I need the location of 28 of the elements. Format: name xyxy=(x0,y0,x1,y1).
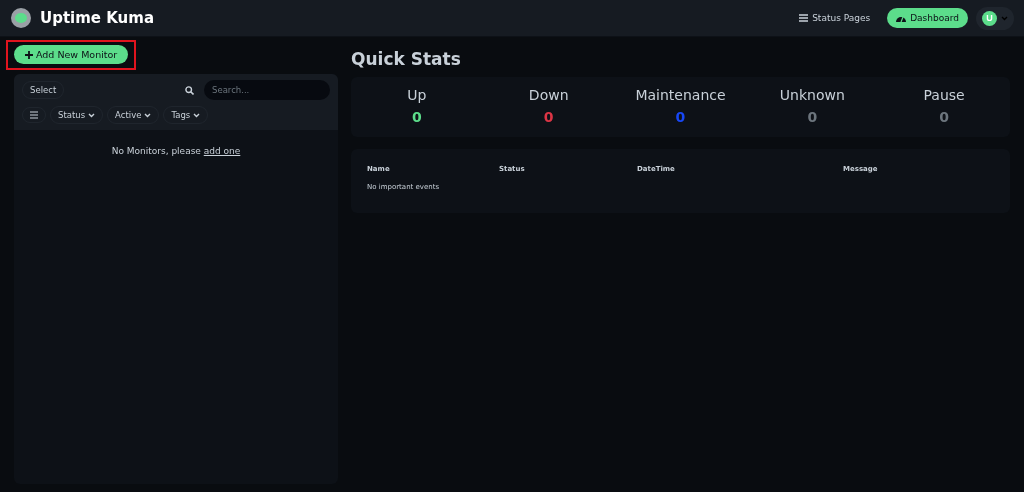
stat-label: Maintenance xyxy=(635,87,726,103)
menu-icon xyxy=(30,111,38,119)
caret-icon xyxy=(193,112,201,118)
caret-icon xyxy=(88,112,96,118)
caret-icon xyxy=(144,112,152,118)
stat-label: Unknown xyxy=(779,87,845,103)
stat-value: 0 xyxy=(412,109,422,125)
add-one-link[interactable]: add one xyxy=(203,146,241,156)
dashboard-button[interactable]: Dashboard xyxy=(887,8,968,28)
app-title: Uptime Kuma xyxy=(40,9,155,27)
stat-label: Pause xyxy=(923,87,965,103)
stat-value: 0 xyxy=(807,109,818,125)
avatar: U xyxy=(982,10,997,26)
menu-icon xyxy=(799,14,809,22)
nav-link[interactable]: Status Pages xyxy=(790,8,880,28)
logo-icon xyxy=(10,7,32,29)
section-title: Quick Stats xyxy=(351,49,462,69)
stat-label: Up xyxy=(407,87,427,103)
empty-message: No Monitors, please add one xyxy=(110,146,242,156)
caret-icon xyxy=(1001,15,1008,21)
stat-value: 0 xyxy=(939,109,949,125)
plus-icon xyxy=(25,50,33,59)
stat-value: 0 xyxy=(675,109,686,125)
stat-value: 0 xyxy=(543,109,554,125)
add-monitor-button[interactable]: Add New Monitor xyxy=(14,45,129,64)
search-icon xyxy=(185,85,194,95)
stat-label: Down xyxy=(528,87,569,103)
search-field[interactable]: Search... xyxy=(204,80,330,100)
